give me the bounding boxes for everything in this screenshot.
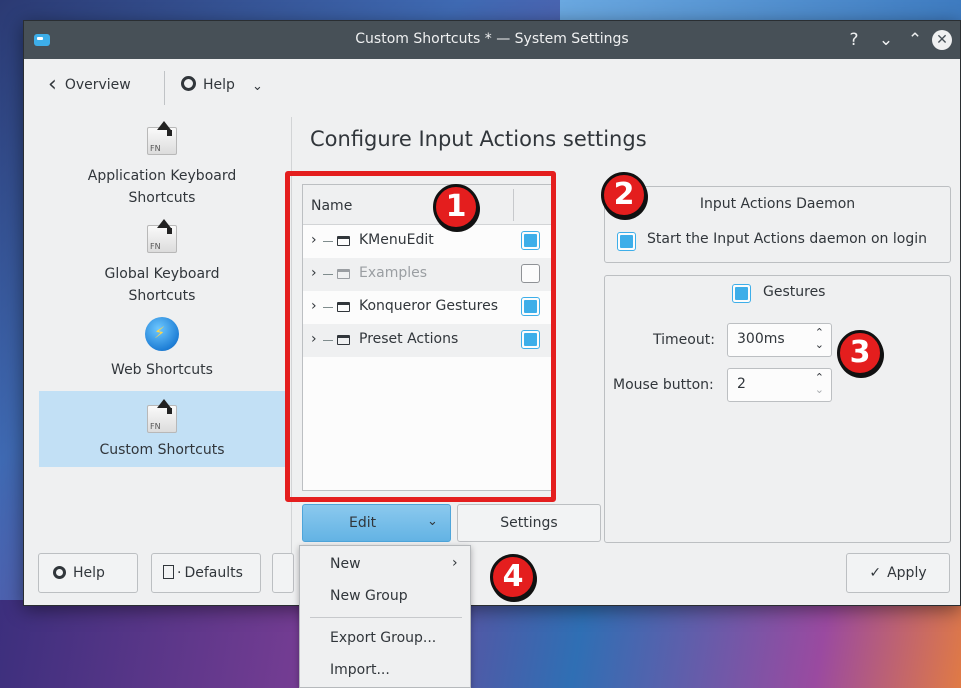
spin-arrows-icon[interactable]: ⌃ ⌄ <box>815 327 824 351</box>
fn-key-icon: FN <box>147 121 177 155</box>
gestures-checkbox[interactable] <box>732 284 751 303</box>
daemon-group-title: Input Actions Daemon <box>699 196 856 212</box>
sidebar: FN Application Keyboard Shortcuts FN Glo… <box>39 121 285 471</box>
overview-label: Overview <box>64 77 131 93</box>
timeout-spinbox[interactable]: 300ms ⌃ ⌄ <box>727 323 832 357</box>
lifebuoy-icon <box>181 76 196 91</box>
sidebar-item-label: Custom Shortcuts <box>99 442 225 458</box>
timeout-label: Timeout: <box>653 332 715 348</box>
sidebar-item-global-shortcuts[interactable]: FN Global Keyboard Shortcuts <box>39 219 285 317</box>
desktop-wallpaper-top <box>560 0 961 20</box>
annotation-badge-4: 4 <box>490 554 536 600</box>
menu-item-import[interactable]: Import... <box>330 662 390 678</box>
help-button[interactable]: Help <box>38 553 138 593</box>
apply-button-label: Apply <box>887 565 927 581</box>
menu-separator <box>310 617 462 618</box>
edit-dropdown-menu: New › New Group Export Group... Import..… <box>299 545 471 688</box>
maximize-button[interactable]: ⌃ <box>904 29 926 51</box>
dot-icon: · <box>177 565 182 581</box>
menu-item-label: New <box>330 556 361 572</box>
annotation-badge-1: 1 <box>433 184 479 230</box>
sidebar-item-label: Application Keyboard Shortcuts <box>87 168 237 206</box>
help-button-label: Help <box>73 565 105 581</box>
chevron-right-icon: › <box>452 555 458 571</box>
fn-key-icon: FN <box>147 219 177 253</box>
chevron-left-icon: ‹ <box>48 72 57 97</box>
timeout-value: 300ms <box>737 331 785 347</box>
chevron-down-icon[interactable]: ⌄ <box>252 79 263 94</box>
highlight-box <box>285 171 556 502</box>
defaults-button[interactable]: · Defaults <box>151 553 261 593</box>
sidebar-item-label: Global Keyboard Shortcuts <box>104 266 220 304</box>
fn-key-icon: FN <box>147 399 177 433</box>
sidebar-item-application-shortcuts[interactable]: FN Application Keyboard Shortcuts <box>39 121 285 219</box>
toolbar-separator <box>164 71 165 105</box>
settings-button[interactable]: Settings <box>457 504 601 542</box>
mouse-button-value: 2 <box>737 376 746 392</box>
mouse-button-spinbox[interactable]: 2 ⌃ ⌄ <box>727 368 832 402</box>
apply-button[interactable]: ✓ Apply <box>846 553 950 593</box>
defaults-button-label: Defaults <box>184 565 243 581</box>
title-bar[interactable]: Custom Shortcuts * — System Settings ? ⌄… <box>24 21 960 59</box>
minimize-button[interactable]: ⌄ <box>875 29 897 51</box>
close-button[interactable]: ✕ <box>932 30 952 50</box>
overview-button[interactable]: ‹ Overview <box>48 73 131 97</box>
chevron-down-icon: ⌄ <box>427 514 438 529</box>
mouse-button-label: Mouse button: <box>613 377 714 393</box>
menu-item-new[interactable]: New › <box>330 555 458 572</box>
check-icon: ✓ <box>869 565 882 581</box>
help-menu-button[interactable]: Help <box>181 73 235 97</box>
defaults-icon <box>163 565 174 579</box>
lifebuoy-icon <box>53 566 66 579</box>
edit-button[interactable]: Edit ⌄ <box>302 504 451 542</box>
spin-arrows-icon[interactable]: ⌃ ⌄ <box>815 372 824 396</box>
help-window-button[interactable]: ? <box>843 29 865 51</box>
window-title: Custom Shortcuts * — System Settings <box>355 31 629 47</box>
daemon-group: Input Actions Daemon Start the Input Act… <box>604 186 951 263</box>
globe-icon <box>145 317 179 351</box>
sidebar-item-custom-shortcuts[interactable]: FN Custom Shortcuts <box>39 391 285 467</box>
start-daemon-checkbox[interactable] <box>617 232 636 251</box>
annotation-badge-2: 2 <box>601 172 647 218</box>
gestures-label[interactable]: Gestures <box>763 284 825 300</box>
page-title: Configure Input Actions settings <box>310 127 647 151</box>
gestures-group: Gestures Timeout: 300ms ⌃ ⌄ Mouse button:… <box>604 275 951 543</box>
sidebar-item-web-shortcuts[interactable]: Web Shortcuts <box>39 317 285 391</box>
menu-item-export-group[interactable]: Export Group... <box>330 630 436 646</box>
desktop-wallpaper-bottom <box>0 600 961 688</box>
annotation-badge-3: 3 <box>837 330 883 376</box>
reset-button[interactable] <box>272 553 294 593</box>
toolbar: ‹ Overview Help ⌄ <box>24 59 960 111</box>
help-label: Help <box>203 77 235 93</box>
menu-item-new-group[interactable]: New Group <box>330 588 408 604</box>
sidebar-item-label: Web Shortcuts <box>111 362 213 378</box>
start-daemon-label[interactable]: Start the Input Actions daemon on login <box>647 231 927 247</box>
edit-label: Edit <box>349 515 377 531</box>
